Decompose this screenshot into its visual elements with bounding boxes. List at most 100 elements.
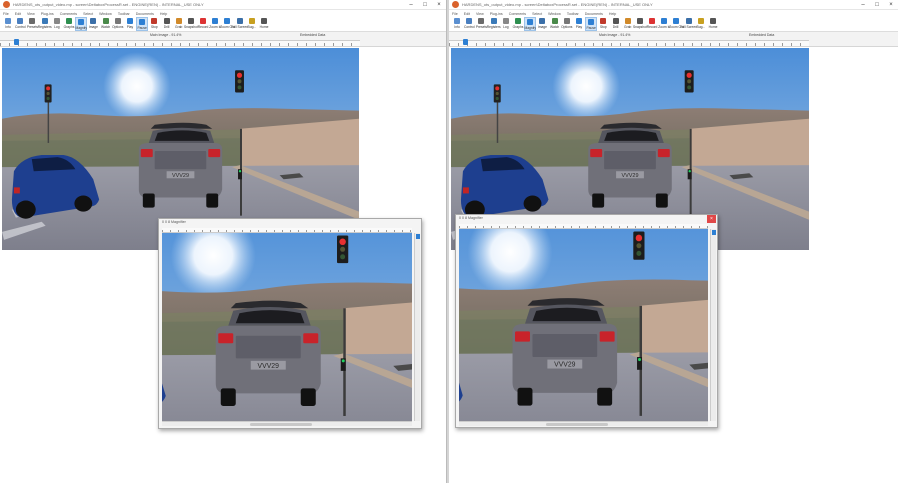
toolbar-button-full-screen[interactable]: Full Screen [231,17,248,29]
vertical-scroll-thumb[interactable] [712,230,716,235]
menu-toolbar[interactable]: Toolbar [118,12,130,16]
toolbar-button-bug[interactable]: Bug... [246,17,258,29]
menu-select[interactable]: Select [532,12,542,16]
menu-documents[interactable]: Documents [136,12,154,16]
toolbar-button-snapshot[interactable]: Snapshot [633,17,647,29]
left-app-window: HARDENS_ots_output_video.mp - screen\Del… [0,0,446,483]
toolbar-button-label: Grab [624,25,632,29]
menu-edit[interactable]: Edit [15,12,21,16]
pause-icon [139,19,146,25]
menu-window[interactable]: Window [99,12,112,16]
toolbar-button-image[interactable]: Image [536,17,548,29]
toolbar: Info Control Presets Registers Log Graphs Magn… [449,17,898,32]
menu-select[interactable]: Select [83,12,93,16]
toolbar-button-play[interactable]: Play [124,17,136,29]
menu-comments[interactable]: Comments [60,12,77,16]
magnifier-window[interactable]: 0 0 8 Magnifier [158,218,422,429]
toolbar-button-info[interactable]: Info [2,17,14,29]
toolbar-button-registers[interactable]: Registers [487,17,501,29]
menu-toolbar[interactable]: Toolbar [567,12,579,16]
magnifier-vertical-scrollbar[interactable] [414,233,420,421]
toolbar-button-home[interactable]: Home [707,17,719,29]
home-icon [261,18,268,24]
toolbar-button-graphs[interactable]: Graphs [512,17,524,29]
horizontal-ruler[interactable] [0,40,360,46]
vertical-scroll-thumb[interactable] [416,234,420,239]
toolbar-button-snapshot[interactable]: Snapshot [184,17,198,29]
menu-view[interactable]: View [27,12,35,16]
options-icon [114,18,121,24]
toolbar-button-control[interactable]: Control [14,17,26,29]
magnifier-view[interactable] [459,229,708,421]
magnifier-vertical-scrollbar[interactable] [710,229,716,421]
toolbar-button-pause[interactable]: Pause [136,17,149,31]
title-bar: HARDENS_ots_output_video.mp - screen\Del… [449,0,898,10]
toolbar-button-label: Presets [26,25,39,29]
record-icon [649,18,656,24]
toolbar-button-registers[interactable]: Registers [38,17,52,29]
minimize-button[interactable]: – [404,0,418,10]
menu-help[interactable]: Help [609,12,616,16]
horizontal-scroll-thumb[interactable] [546,423,609,426]
toolbar-button-info[interactable]: Info [451,17,463,29]
horizontal-scroll-thumb[interactable] [249,423,312,426]
ruler-position-marker[interactable] [463,39,468,45]
close-window-button[interactable]: × [884,0,898,10]
toolbar-button-play[interactable]: Play [573,17,585,29]
menu-file[interactable]: File [3,12,9,16]
toolbar-button-full-screen[interactable]: Full Screen [680,17,697,29]
toolbar-button-drill[interactable]: Drill [160,17,172,29]
toolbar-button-magnify[interactable]: Magnify [75,17,88,31]
menu-documents[interactable]: Documents [585,12,603,16]
toolbar-button-stop[interactable]: Stop [597,17,609,29]
toolbar-button-drill[interactable]: Drill [609,17,621,29]
toolbar-button-label: Play [126,25,134,29]
minimize-button[interactable]: – [856,0,870,10]
toolbar-button-graphs[interactable]: Graphs [63,17,75,29]
maximize-button[interactable]: □ [870,0,884,10]
toolbar-button-watch[interactable]: Watch [549,17,561,29]
close-window-button[interactable]: × [432,0,446,10]
menu-view[interactable]: View [476,12,484,16]
magnifier-window[interactable]: 0 0 8 Magnifier × [455,214,718,428]
toolbar-button-pause[interactable]: Pause [585,17,598,31]
toolbar-button-magnify[interactable]: Magnify [524,17,537,31]
embedded-data-caption: Embedded Data [749,33,775,37]
toolbar-button-watch[interactable]: Watch [100,17,112,29]
toolbar-button-label: Grab [175,25,183,29]
log-icon [502,18,509,24]
horizontal-ruler[interactable] [449,40,809,46]
maximize-button[interactable]: □ [418,0,432,10]
toolbar-button-label: Options [561,25,573,29]
toolbar-button-options[interactable]: Options [112,17,124,29]
toolbar-button-log[interactable]: Log [500,17,512,29]
magnifier-horizontal-scrollbar[interactable] [162,421,412,426]
menu-help[interactable]: Help [160,12,167,16]
toolbar-button-label: Options [112,25,124,29]
ruler-position-marker[interactable] [14,39,19,45]
toolbar-button-control[interactable]: Control [463,17,475,29]
menu-plugins[interactable]: Plug-ins [490,12,503,16]
magnifier-horizontal-scrollbar[interactable] [459,421,708,426]
pause-icon [588,19,595,25]
menu-window[interactable]: Window [548,12,561,16]
toolbar-button-home[interactable]: Home [258,17,270,29]
toolbar-button-label: Drill [163,25,170,29]
magnifier-close-button[interactable]: × [707,215,716,223]
toolbar-button-label: Image [537,25,547,29]
toolbar-button-options[interactable]: Options [561,17,573,29]
toolbar-button-log[interactable]: Log [51,17,63,29]
toolbar-button-record[interactable]: Record [646,17,658,29]
toolbar-button-image[interactable]: Image [87,17,99,29]
menu-comments[interactable]: Comments [509,12,526,16]
menu-plugins[interactable]: Plug-ins [41,12,54,16]
menu-bar: File Edit View Plug-ins Comments Select … [0,10,446,17]
magnifier-view[interactable] [162,233,412,421]
menu-edit[interactable]: Edit [464,12,470,16]
toolbar-button-bug[interactable]: Bug... [695,17,707,29]
toolbar-button-record[interactable]: Record [197,17,209,29]
zoom-in-icon [212,18,219,24]
toolbar-button-stop[interactable]: Stop [148,17,160,29]
play-icon [126,18,133,24]
menu-file[interactable]: File [452,12,458,16]
